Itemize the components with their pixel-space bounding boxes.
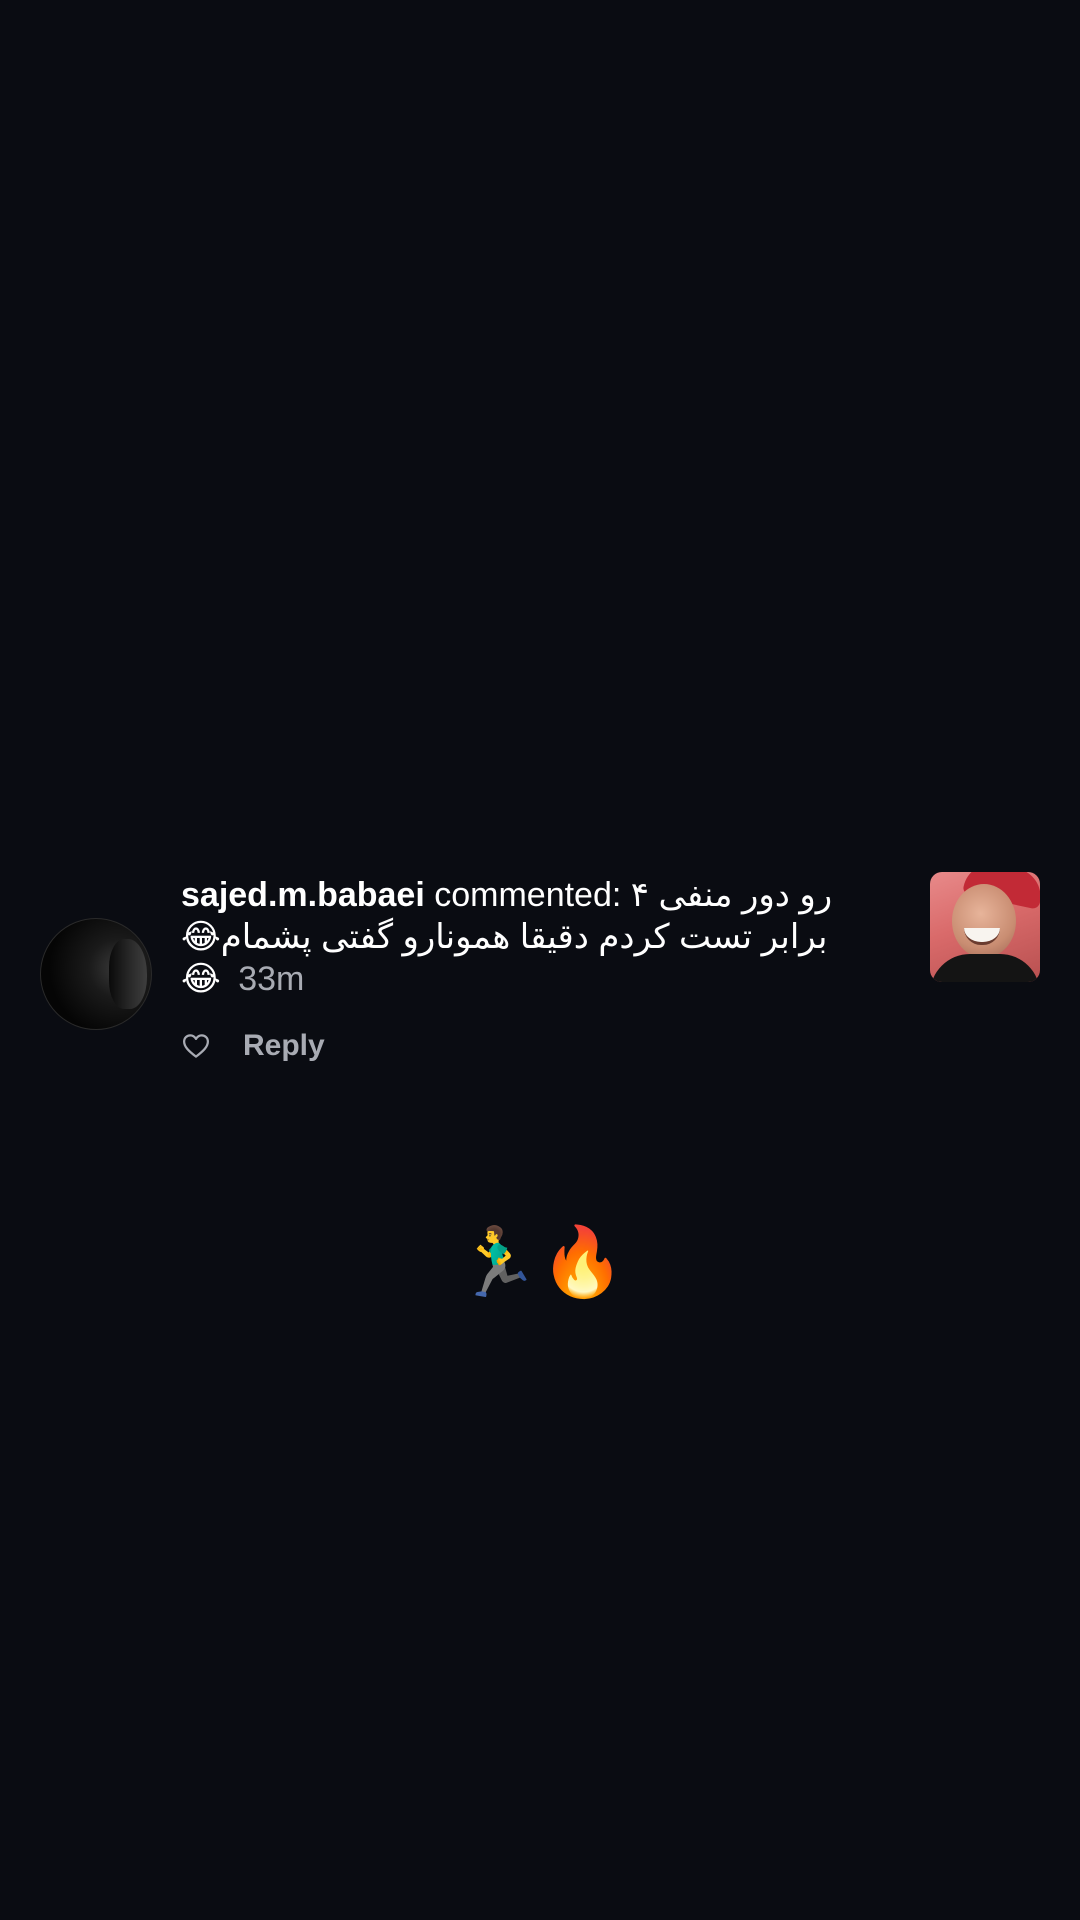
thumb-face-shape [952, 884, 1016, 958]
action-text: commented: [434, 876, 622, 914]
comment-notification[interactable]: sajed.m.babaei commented: رو دور منفی ۴ … [0, 870, 1080, 1070]
comment-text-line-1: رو دور منفی ۴ [630, 876, 833, 914]
notification-line-1: sajed.m.babaei commented: رو دور منفی ۴ [181, 874, 861, 916]
timestamp: 33m [238, 960, 305, 998]
notification-line-3: 😂 33m [181, 958, 861, 1000]
comment-text-line-2: برابر تست کردم دقیقا همونارو گفتی پشمام😂 [181, 918, 828, 956]
notification-text: sajed.m.babaei commented: رو دور منفی ۴ … [181, 874, 861, 1000]
username[interactable]: sajed.m.babaei [181, 876, 425, 914]
thumb-shirt-shape [930, 954, 1040, 982]
commenter-avatar[interactable] [40, 918, 152, 1030]
heart-icon[interactable] [181, 1031, 211, 1061]
emoji-caption: 🏃‍♂️🔥 [455, 1224, 625, 1300]
comment-actions: Reply [181, 1026, 325, 1066]
avatar-face-shape [109, 939, 147, 1009]
reply-button[interactable]: Reply [243, 1029, 325, 1063]
laughing-emoji: 😂 [181, 960, 221, 998]
post-thumbnail[interactable] [930, 872, 1040, 982]
